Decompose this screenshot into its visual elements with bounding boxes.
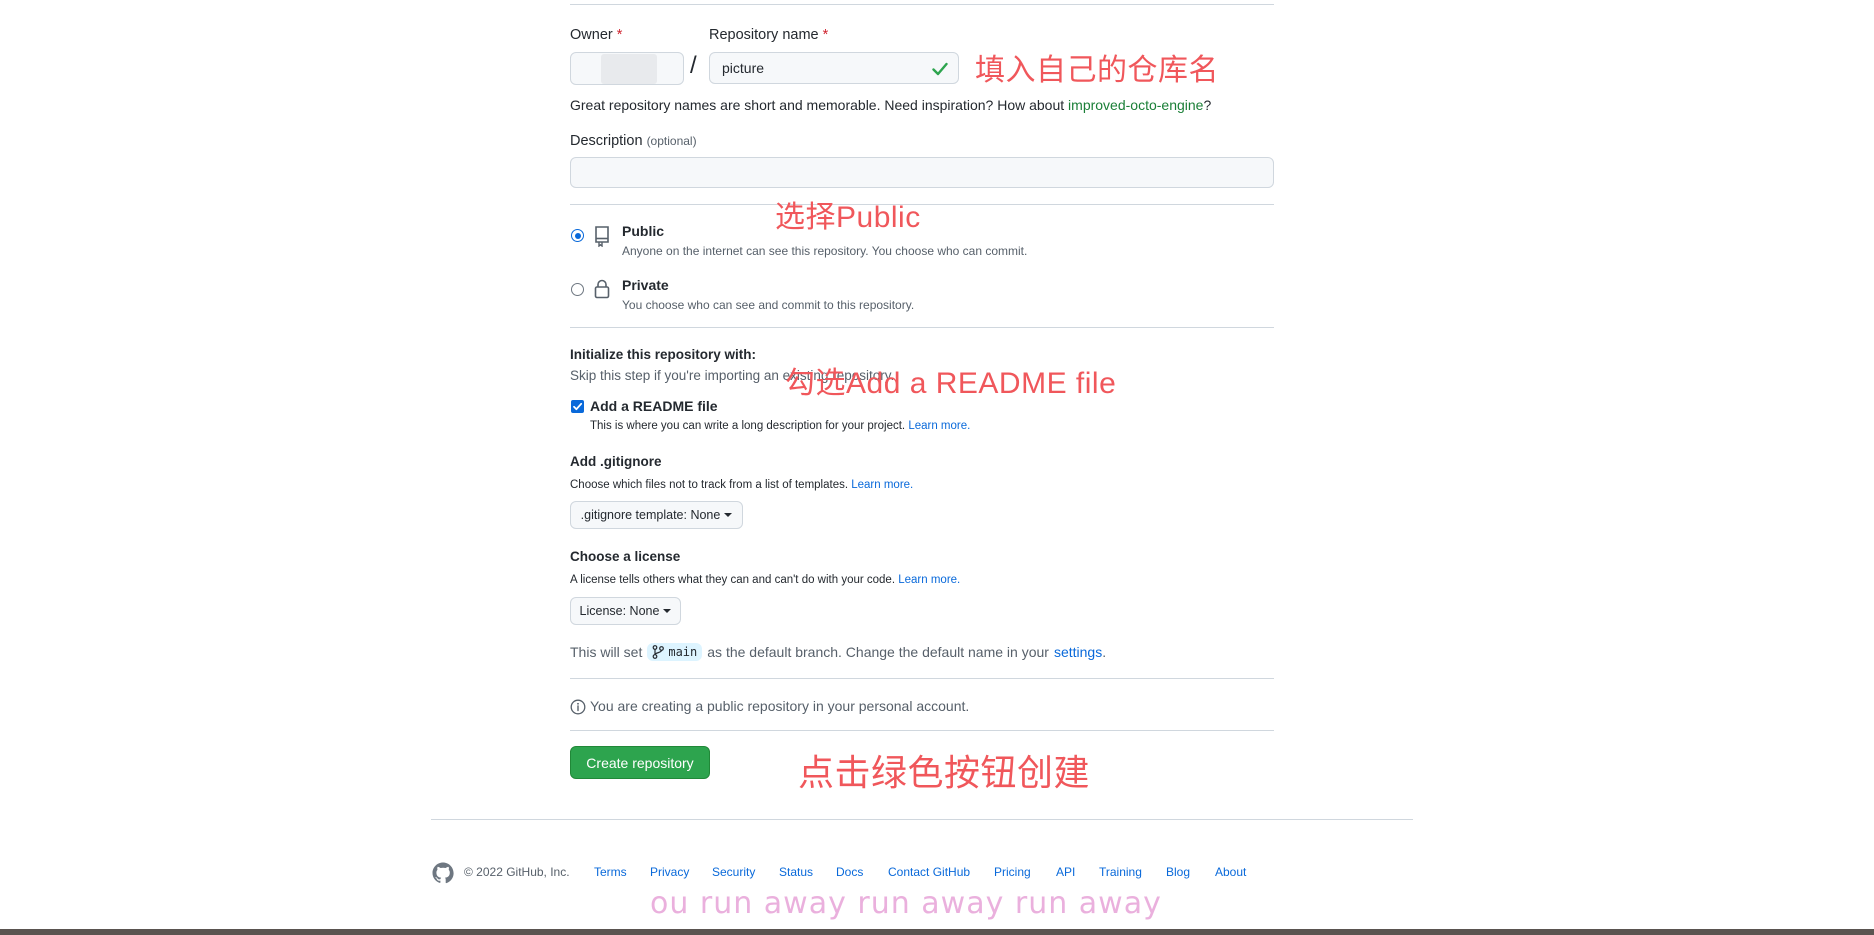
default-branch-note: This will set main as the default branch… xyxy=(570,643,1107,661)
private-radio[interactable] xyxy=(571,283,584,296)
caret-down-icon xyxy=(724,513,733,517)
init-title: Initialize this repository with: xyxy=(570,347,757,362)
github-logo-icon[interactable] xyxy=(431,861,455,885)
info-bottom-divider xyxy=(570,730,1274,731)
private-label: Private xyxy=(622,277,669,293)
gitignore-learn-more-link[interactable]: Learn more. xyxy=(851,479,913,491)
caret-down-icon xyxy=(663,609,672,613)
readme-learn-more-link[interactable]: Learn more. xyxy=(908,420,970,432)
owner-repo-slash: / xyxy=(690,52,697,79)
repo-name-label: Repository name * xyxy=(709,27,829,43)
annotation-public: 选择Public xyxy=(775,201,921,234)
watermark-text: ou run away run away run away xyxy=(650,886,1162,921)
owner-avatar-blurred xyxy=(601,53,657,84)
bottom-taskbar-edge xyxy=(0,929,1874,935)
create-repository-button[interactable]: Create repository xyxy=(570,746,710,779)
gitignore-description: Choose which files not to track from a l… xyxy=(570,479,914,491)
info-top-divider xyxy=(570,678,1274,679)
name-suggestion: Great repository names are short and mem… xyxy=(570,97,1212,113)
footer-link-about[interactable]: About xyxy=(1215,865,1246,879)
visibility-bottom-divider xyxy=(570,327,1274,328)
footer-link-blog[interactable]: Blog xyxy=(1166,865,1190,879)
footer-copyright: © 2022 GitHub, Inc. xyxy=(464,865,570,879)
license-learn-more-link[interactable]: Learn more. xyxy=(898,574,960,586)
public-repo-info: You are creating a public repository in … xyxy=(590,698,970,714)
branch-name-badge: main xyxy=(647,643,703,661)
footer-link-pricing[interactable]: Pricing xyxy=(994,865,1031,879)
license-description: A license tells others what they can and… xyxy=(570,574,961,586)
owner-select[interactable] xyxy=(570,52,684,85)
repo-name-input[interactable]: picture xyxy=(709,52,959,84)
footer-link-docs[interactable]: Docs xyxy=(836,865,863,879)
settings-link[interactable]: settings xyxy=(1054,644,1102,660)
public-radio[interactable] xyxy=(571,229,584,242)
footer-link-api[interactable]: API xyxy=(1056,865,1075,879)
checkbox-check-icon xyxy=(573,402,583,411)
footer-link-training[interactable]: Training xyxy=(1099,865,1142,879)
footer-link-terms[interactable]: Terms xyxy=(594,865,627,879)
gitignore-template-dropdown[interactable]: .gitignore template: None xyxy=(570,501,743,529)
repo-icon xyxy=(595,226,609,247)
description-input[interactable] xyxy=(570,157,1274,188)
footer-link-security[interactable]: Security xyxy=(712,865,755,879)
info-icon xyxy=(570,699,586,715)
annotation-repo-name: 填入自己的仓库名 xyxy=(975,54,1219,87)
annotation-readme: 勾选Add a README file xyxy=(785,367,1117,400)
owner-label: Owner * xyxy=(570,27,623,43)
license-title: Choose a license xyxy=(570,549,681,564)
readme-description: This is where you can write a long descr… xyxy=(590,420,971,432)
visibility-top-divider xyxy=(570,204,1274,205)
check-icon xyxy=(932,62,948,76)
readme-label[interactable]: Add a README file xyxy=(590,398,718,414)
lock-icon xyxy=(594,279,610,299)
description-label: Description (optional) xyxy=(570,133,697,149)
suggested-name-link[interactable]: improved-octo-engine xyxy=(1068,97,1203,113)
git-branch-icon xyxy=(652,645,665,659)
gitignore-title: Add .gitignore xyxy=(570,454,662,469)
public-description: Anyone on the internet can see this repo… xyxy=(622,244,1028,258)
repo-name-value: picture xyxy=(722,60,765,76)
footer-divider xyxy=(431,819,1413,820)
footer-link-status[interactable]: Status xyxy=(779,865,813,879)
annotation-create: 点击绿色按钮创建 xyxy=(798,752,1091,793)
readme-checkbox[interactable] xyxy=(571,400,584,413)
footer-link-contact[interactable]: Contact GitHub xyxy=(888,865,970,879)
public-label: Public xyxy=(622,223,665,239)
license-dropdown[interactable]: License: None xyxy=(570,597,681,625)
footer-link-privacy[interactable]: Privacy xyxy=(650,865,689,879)
top-divider xyxy=(570,4,1274,5)
private-description: You choose who can see and commit to thi… xyxy=(622,298,915,312)
